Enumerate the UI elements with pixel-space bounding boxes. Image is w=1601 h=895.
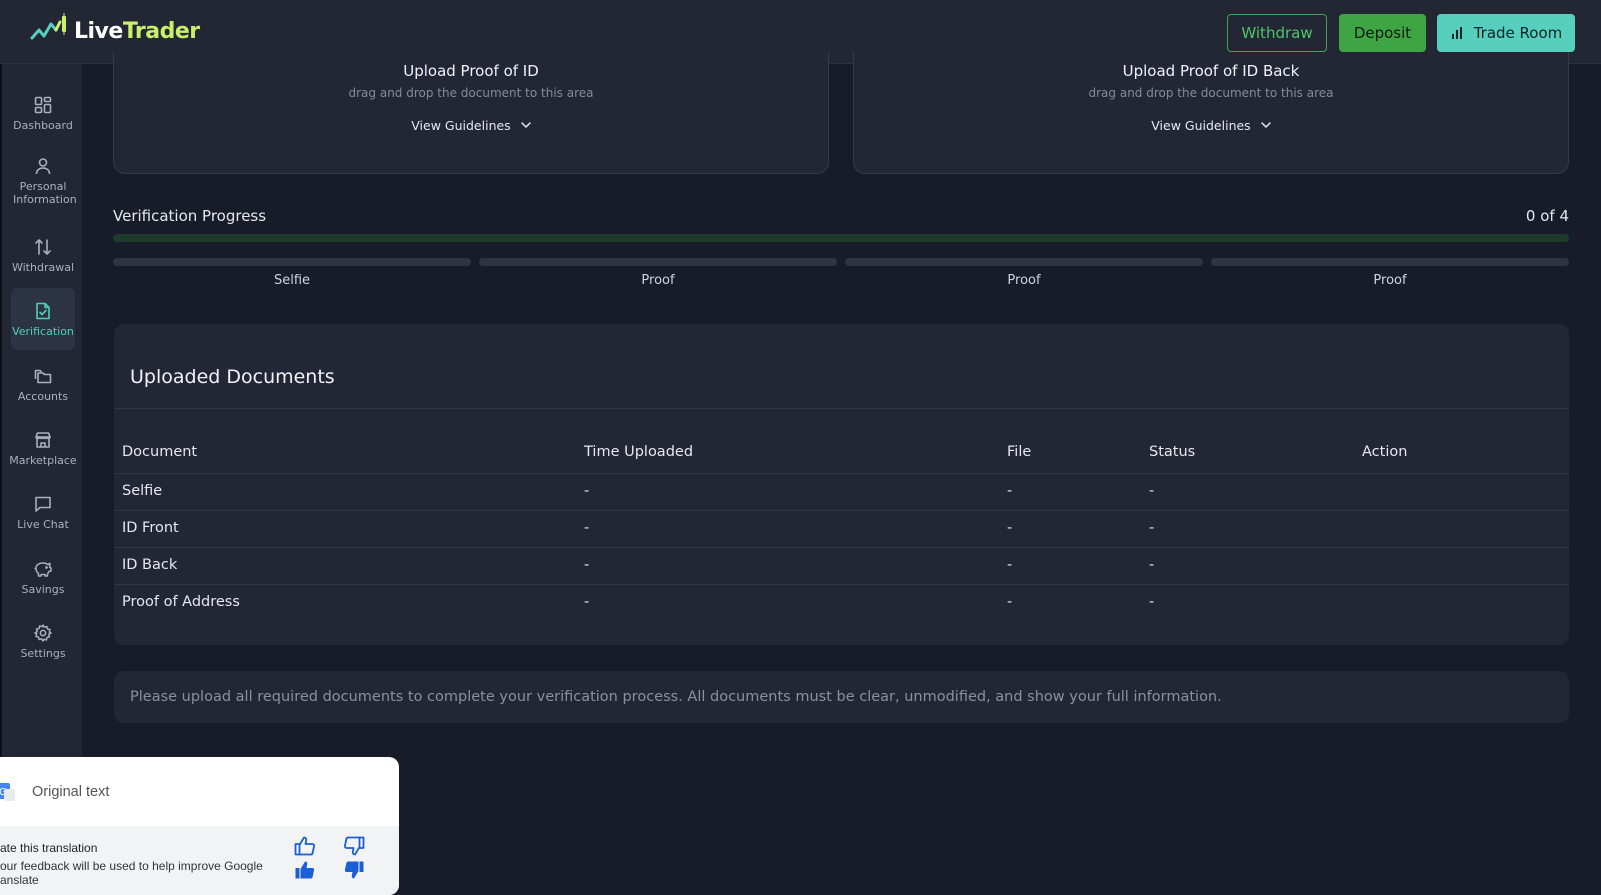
view-guidelines-button[interactable]: View Guidelines [411,118,531,133]
deposit-button[interactable]: Deposit [1339,14,1426,52]
trade-room-button[interactable]: Trade Room [1437,14,1575,52]
document-name-cell: Selfie [122,483,163,499]
thumbs-down-filled-icon[interactable] [343,860,365,880]
store-icon [33,430,53,450]
sidebar-item-label: Personal Information [13,180,77,206]
sidebar-item-label: Verification [12,324,74,338]
sidebar-item-label: Live Chat [17,517,69,531]
sidebar-item-withdrawal[interactable]: Withdrawal [11,224,75,286]
verification-progress-bar [113,234,1569,242]
table-row: ID Back - - - [114,547,1569,584]
thumbs-up-filled-icon[interactable] [294,860,316,880]
file-cell: - [1007,594,1013,610]
column-header-file: File [1007,444,1032,460]
file-cell: - [1007,557,1013,573]
user-icon [33,156,53,176]
upload-card-title: Upload Proof of ID Back [1122,62,1300,80]
time-uploaded-cell: - [584,483,590,499]
step-bar-proof-1 [479,258,837,266]
document-name-cell: ID Front [122,520,179,536]
step-bar-proof-2 [845,258,1203,266]
sidebar-item-settings[interactable]: Settings [11,610,75,672]
view-guidelines-button[interactable]: View Guidelines [1151,118,1271,133]
trade-room-label: Trade Room [1473,24,1563,42]
sidebar-item-label: Savings [21,582,65,596]
column-header-status: Status [1149,444,1196,460]
folders-icon [33,366,53,386]
document-name-cell: ID Back [122,557,178,573]
withdraw-button[interactable]: Withdraw [1227,14,1327,52]
dashboard-icon [33,95,53,115]
sidebar-item-label: Dashboard [13,118,73,132]
column-header-action: Action [1362,444,1408,460]
view-guidelines-label: View Guidelines [411,118,511,133]
step-label: Proof [1373,273,1407,288]
gear-icon [33,623,53,643]
file-cell: - [1007,520,1013,536]
time-uploaded-cell: - [584,520,590,536]
step-bar-proof-3 [1211,258,1569,266]
sidebar-item-marketplace[interactable]: Marketplace [9,417,77,479]
status-cell: - [1149,557,1155,573]
step-bar-selfie [113,258,471,266]
document-name-cell: Proof of Address [122,594,240,610]
brand-logo[interactable]: LiveTrader [30,12,200,50]
thumbs-down-outline-icon[interactable] [343,836,365,856]
sidebar-item-verification[interactable]: Verification [11,288,75,350]
logo-chart-icon [30,12,70,50]
feedback-text: our feedback will be used to help improv… [0,859,270,887]
chevron-down-icon [1260,122,1271,129]
verification-progress-count: 0 of 4 [1525,207,1569,225]
view-guidelines-label: View Guidelines [1151,118,1251,133]
sidebar-item-savings[interactable]: Savings [11,546,75,608]
uploaded-documents-card: Uploaded Documents Document Time Uploade… [114,324,1569,645]
chat-icon [33,494,53,514]
table-row: ID Front - - - [114,510,1569,547]
status-cell: - [1149,594,1155,610]
translate-feedback-popup: G Original text ate this translation our… [0,757,399,895]
thumbs-up-outline-icon[interactable] [294,836,316,856]
time-uploaded-cell: - [584,594,590,610]
column-header-time-uploaded: Time Uploaded [584,444,694,460]
sidebar-item-label: Accounts [17,389,69,403]
time-uploaded-cell: - [584,557,590,573]
verification-progress-title: Verification Progress [113,207,267,225]
sidebar-item-accounts[interactable]: Accounts [11,353,75,415]
column-header-document: Document [122,444,198,460]
sidebar-item-live-chat[interactable]: Live Chat [11,481,75,543]
divider [114,408,1569,409]
upload-card-subtitle: drag and drop the document to this area [1088,86,1334,100]
status-cell: - [1149,483,1155,499]
table-row: Proof of Address - - - [114,584,1569,621]
step-label: Proof [641,273,675,288]
original-text-label: Original text [32,783,110,800]
table-row: Selfie - - - [114,473,1569,510]
google-translate-icon: G [0,781,16,803]
file-cell: - [1007,483,1013,499]
upload-card-subtitle: drag and drop the document to this area [348,86,594,100]
verification-notice: Please upload all required documents to … [114,671,1569,723]
feedback-line: anslate [0,873,39,887]
rate-translation-label: ate this translation [0,841,98,855]
bar-chart-icon [1450,26,1464,40]
sidebar-item-label: Withdrawal [11,260,74,274]
document-check-icon [33,301,53,321]
brand-name: LiveTrader [74,18,200,44]
upload-proof-of-id-dropzone[interactable]: Upload Proof of ID drag and drop the doc… [113,52,829,174]
upload-proof-of-id-back-dropzone[interactable]: Upload Proof of ID Back drag and drop th… [853,52,1569,174]
sidebar-item-dashboard[interactable]: Dashboard [11,82,75,144]
chevron-down-icon [520,122,531,129]
uploaded-documents-title: Uploaded Documents [130,366,335,388]
sidebar-item-personal-information[interactable]: Personal Information [11,146,77,216]
step-label: Selfie [273,273,311,288]
arrows-up-down-icon [33,237,53,257]
piggy-bank-icon [33,559,53,579]
step-label: Proof [1007,273,1041,288]
feedback-line: our feedback will be used to help improv… [0,859,263,873]
status-cell: - [1149,520,1155,536]
upload-card-title: Upload Proof of ID [403,62,539,80]
sidebar-item-label: Settings [20,646,66,660]
sidebar-item-label: Marketplace [9,453,77,467]
